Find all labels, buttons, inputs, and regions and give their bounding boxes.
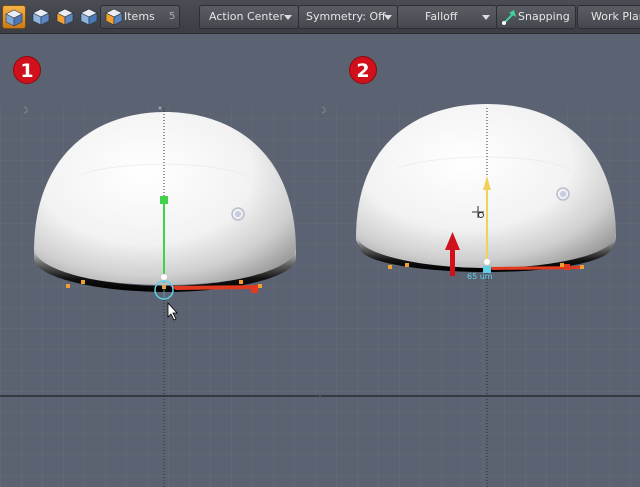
cube-polygon-icon[interactable]	[78, 6, 100, 28]
items-shortcut: 5	[169, 11, 176, 22]
symmetry-label: Symmetry: Off	[306, 10, 386, 23]
measure-readout: 65 um	[467, 272, 493, 281]
top-toolbar: Items 5 Action Center Symmetry: Off Fall…	[0, 0, 640, 34]
snapping-icon	[502, 10, 516, 25]
work-plane-label: Work Plane	[591, 10, 640, 23]
cube-vertex-icon[interactable]	[30, 6, 52, 28]
falloff-dropdown[interactable]: Falloff	[397, 5, 497, 29]
cube-items-icon	[105, 8, 123, 26]
step-badge-2: 2	[349, 56, 377, 84]
cube-select-icon	[5, 9, 23, 27]
chevron-down-icon	[284, 15, 292, 20]
cube-edge-icon[interactable]	[54, 6, 76, 28]
action-center-label: Action Center	[209, 10, 284, 23]
chevron-down-icon	[482, 15, 490, 20]
items-mode-button[interactable]: Items 5	[100, 5, 180, 29]
symmetry-dropdown[interactable]: Symmetry: Off	[298, 5, 398, 29]
chevron-down-icon	[384, 15, 392, 20]
select-mode-button[interactable]	[2, 5, 26, 29]
snapping-label: Snapping	[518, 10, 570, 23]
step-badge-1: 1	[13, 56, 41, 84]
work-plane-button[interactable]: Work Plane	[577, 5, 640, 29]
3d-viewport[interactable]	[0, 34, 640, 487]
items-label: Items	[124, 10, 155, 23]
falloff-label: Falloff	[425, 10, 458, 23]
action-center-dropdown[interactable]: Action Center	[199, 5, 299, 29]
snapping-button[interactable]: Snapping	[496, 5, 576, 29]
move-handle-y-tip[interactable]	[160, 196, 168, 204]
